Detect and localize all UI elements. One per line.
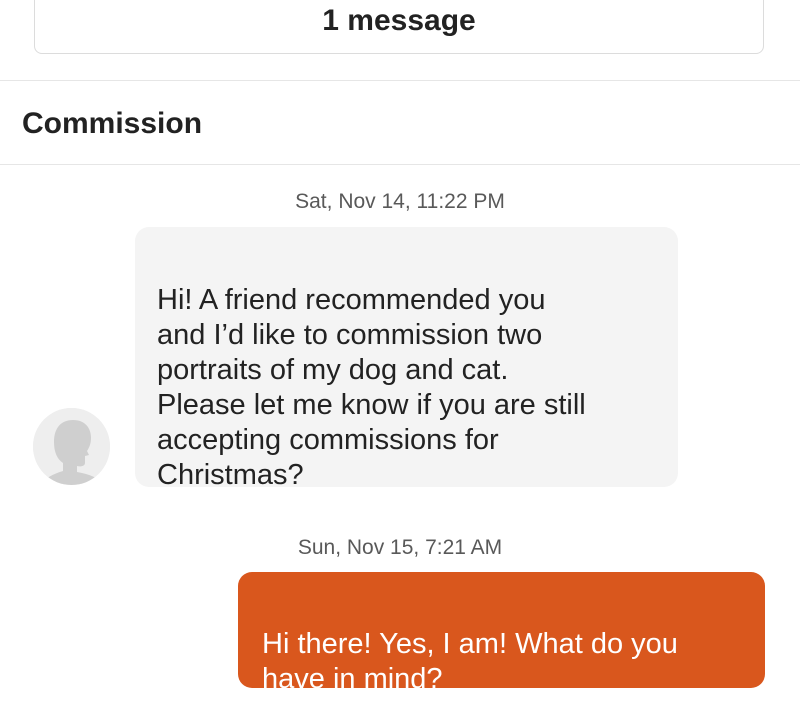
subject-divider bbox=[0, 164, 800, 165]
header-divider bbox=[0, 80, 800, 81]
message-timestamp: Sun, Nov 15, 7:21 AM bbox=[297, 536, 503, 559]
sent-message-text: Hi there! Yes, I am! What do you have in… bbox=[262, 628, 678, 695]
message-count-button[interactable]: 1 message bbox=[34, 0, 764, 54]
received-message-text: Hi! A friend recommended you and I’d lik… bbox=[157, 284, 586, 491]
conversation-view: 1 message Commission Sat, Nov 14, 11:22 … bbox=[0, 0, 800, 703]
message-timestamp: Sat, Nov 14, 11:22 PM bbox=[295, 190, 505, 213]
user-silhouette-icon bbox=[33, 408, 110, 485]
sender-avatar[interactable] bbox=[33, 408, 110, 485]
sent-message-bubble[interactable]: Hi there! Yes, I am! What do you have in… bbox=[238, 572, 765, 695]
received-message-bubble[interactable]: Hi! A friend recommended you and I’d lik… bbox=[135, 227, 678, 491]
conversation-subject: Commission bbox=[22, 107, 203, 140]
message-count-label: 1 message bbox=[322, 4, 476, 37]
